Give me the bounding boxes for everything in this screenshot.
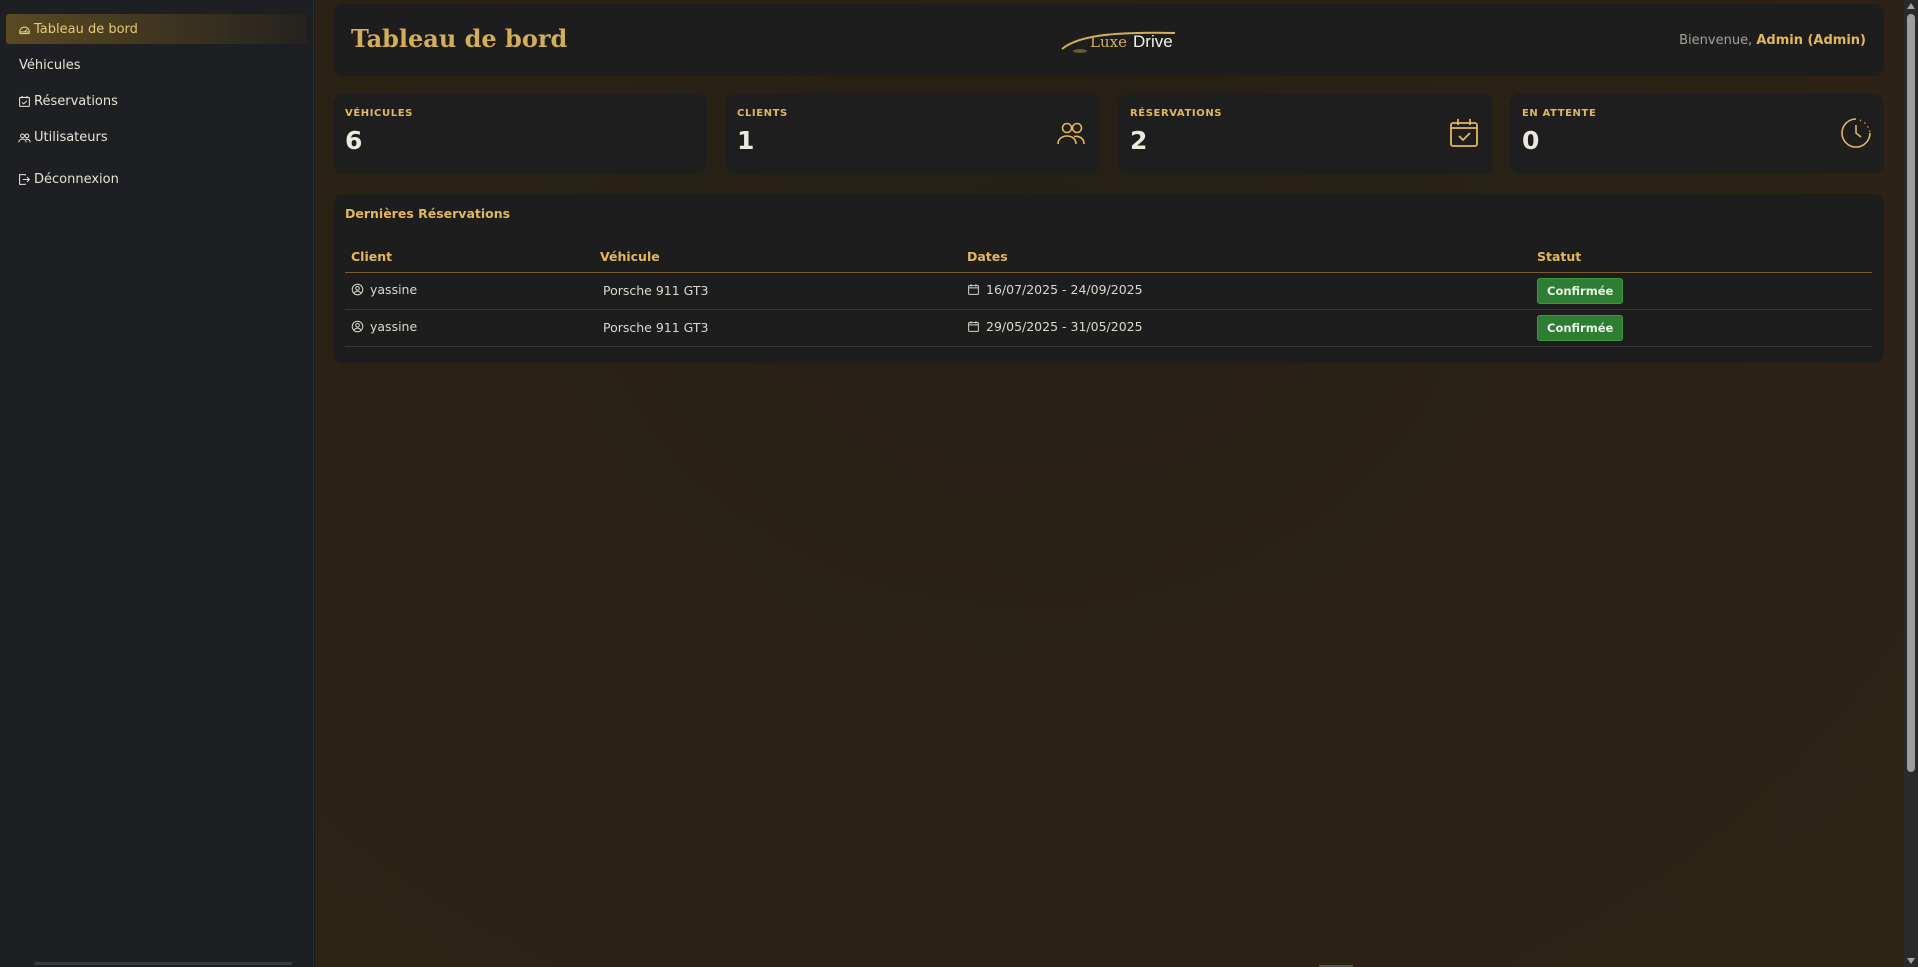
date-range: 16/07/2025 - 24/09/2025 (986, 282, 1143, 297)
current-user: Admin (Admin) (1756, 33, 1866, 48)
stat-value: 2 (1130, 126, 1148, 155)
sidebar-item-label: Tableau de bord (34, 21, 138, 37)
logout-label: Déconnexion (34, 171, 119, 187)
stat-label: VÉHICULES (345, 108, 413, 119)
stat-label: EN ATTENTE (1522, 108, 1597, 119)
column-header-dates: Dates (961, 242, 1531, 273)
welcome-prefix: Bienvenue, (1679, 33, 1753, 48)
sidebar-item-label: Utilisateurs (34, 129, 108, 145)
date-range: 29/05/2025 - 31/05/2025 (986, 319, 1143, 334)
sidebar-item-dashboard[interactable]: Tableau de bord (6, 14, 307, 44)
top-header: Tableau de bord Luxe Drive Bienvenue, Ad… (333, 4, 1884, 76)
sidebar-nav: Tableau de bord Véhicules Réservations U… (0, 0, 313, 194)
horizontal-scrollbar[interactable] (34, 962, 292, 965)
users-icon (18, 131, 31, 144)
recent-reservations-panel: Dernières Réservations Client Véhicule D… (333, 194, 1884, 363)
page-title: Tableau de bord (351, 24, 568, 53)
column-header-vehicule: Véhicule (594, 242, 961, 273)
stat-value: 1 (737, 126, 755, 155)
scroll-up-icon[interactable] (1907, 3, 1915, 9)
logo-drive-text: Drive (1133, 32, 1173, 51)
cell-vehicle: Porsche 911 GT3 (594, 272, 961, 310)
user-circle-icon (351, 283, 364, 296)
scroll-down-icon[interactable] (1907, 958, 1915, 964)
client-name: yassine (370, 319, 418, 334)
stat-card-vehicules: VÉHICULES 6 (333, 94, 707, 174)
reservations-table: Client Véhicule Dates Statut yassine Por… (345, 242, 1872, 347)
client-name: yassine (370, 282, 418, 297)
sidebar-item-vehicules[interactable]: Véhicules (6, 50, 307, 80)
status-badge: Confirmée (1537, 277, 1624, 304)
table-row[interactable]: yassine Porsche 911 GT3 29/05/2025 - 31/… (345, 309, 1872, 347)
table-row[interactable]: yassine Porsche 911 GT3 16/07/2025 - 24/… (345, 272, 1872, 310)
panel-title: Dernières Réservations (345, 206, 511, 221)
sidebar: Tableau de bord Véhicules Réservations U… (0, 0, 314, 967)
user-circle-icon (351, 320, 364, 333)
stat-card-en-attente: EN ATTENTE 0 (1510, 94, 1884, 174)
logout-button[interactable]: Déconnexion (6, 164, 307, 194)
stat-value: 6 (345, 126, 363, 155)
calendar-icon (968, 321, 979, 332)
cell-dates: 29/05/2025 - 31/05/2025 (961, 309, 1531, 347)
sidebar-item-label: Véhicules (19, 57, 81, 73)
sidebar-item-reservations[interactable]: Réservations (6, 86, 307, 116)
main-content: Tableau de bord Luxe Drive Bienvenue, Ad… (315, 0, 1904, 967)
calendar-icon (968, 284, 979, 295)
logout-icon (18, 173, 31, 186)
logo-luxe-text: Luxe (1090, 33, 1127, 51)
luxedrive-logo[interactable]: Luxe Drive (1060, 24, 1180, 60)
welcome-text: Bienvenue, Admin (Admin) (1679, 33, 1866, 48)
dashboard-icon (18, 23, 31, 36)
table-header-row: Client Véhicule Dates Statut (345, 242, 1872, 273)
cell-status: Confirmée (1531, 272, 1872, 310)
stat-card-clients: CLIENTS 1 (725, 94, 1099, 174)
stat-value: 0 (1522, 126, 1540, 155)
users-icon (1055, 117, 1087, 149)
clock-icon (1840, 117, 1872, 149)
cell-status: Confirmée (1531, 309, 1872, 347)
sidebar-item-utilisateurs[interactable]: Utilisateurs (6, 122, 307, 152)
cell-client: yassine (345, 272, 594, 310)
stat-label: CLIENTS (737, 108, 788, 119)
status-badge: Confirmée (1537, 314, 1624, 341)
scrollbar-thumb[interactable] (1907, 14, 1915, 772)
calendar-check-icon (1448, 117, 1480, 149)
stats-row: VÉHICULES 6 CLIENTS 1 RÉSERVATIONS 2 EN … (333, 94, 1884, 174)
cell-client: yassine (345, 309, 594, 347)
sidebar-item-label: Réservations (34, 93, 118, 109)
column-header-statut: Statut (1531, 242, 1872, 273)
cell-vehicle: Porsche 911 GT3 (594, 309, 961, 347)
calendar-check-icon (18, 95, 31, 108)
stat-label: RÉSERVATIONS (1130, 108, 1223, 119)
vertical-scrollbar[interactable] (1904, 0, 1918, 967)
column-header-client: Client (345, 242, 594, 273)
stat-card-reservations: RÉSERVATIONS 2 (1118, 94, 1492, 174)
cell-dates: 16/07/2025 - 24/09/2025 (961, 272, 1531, 310)
